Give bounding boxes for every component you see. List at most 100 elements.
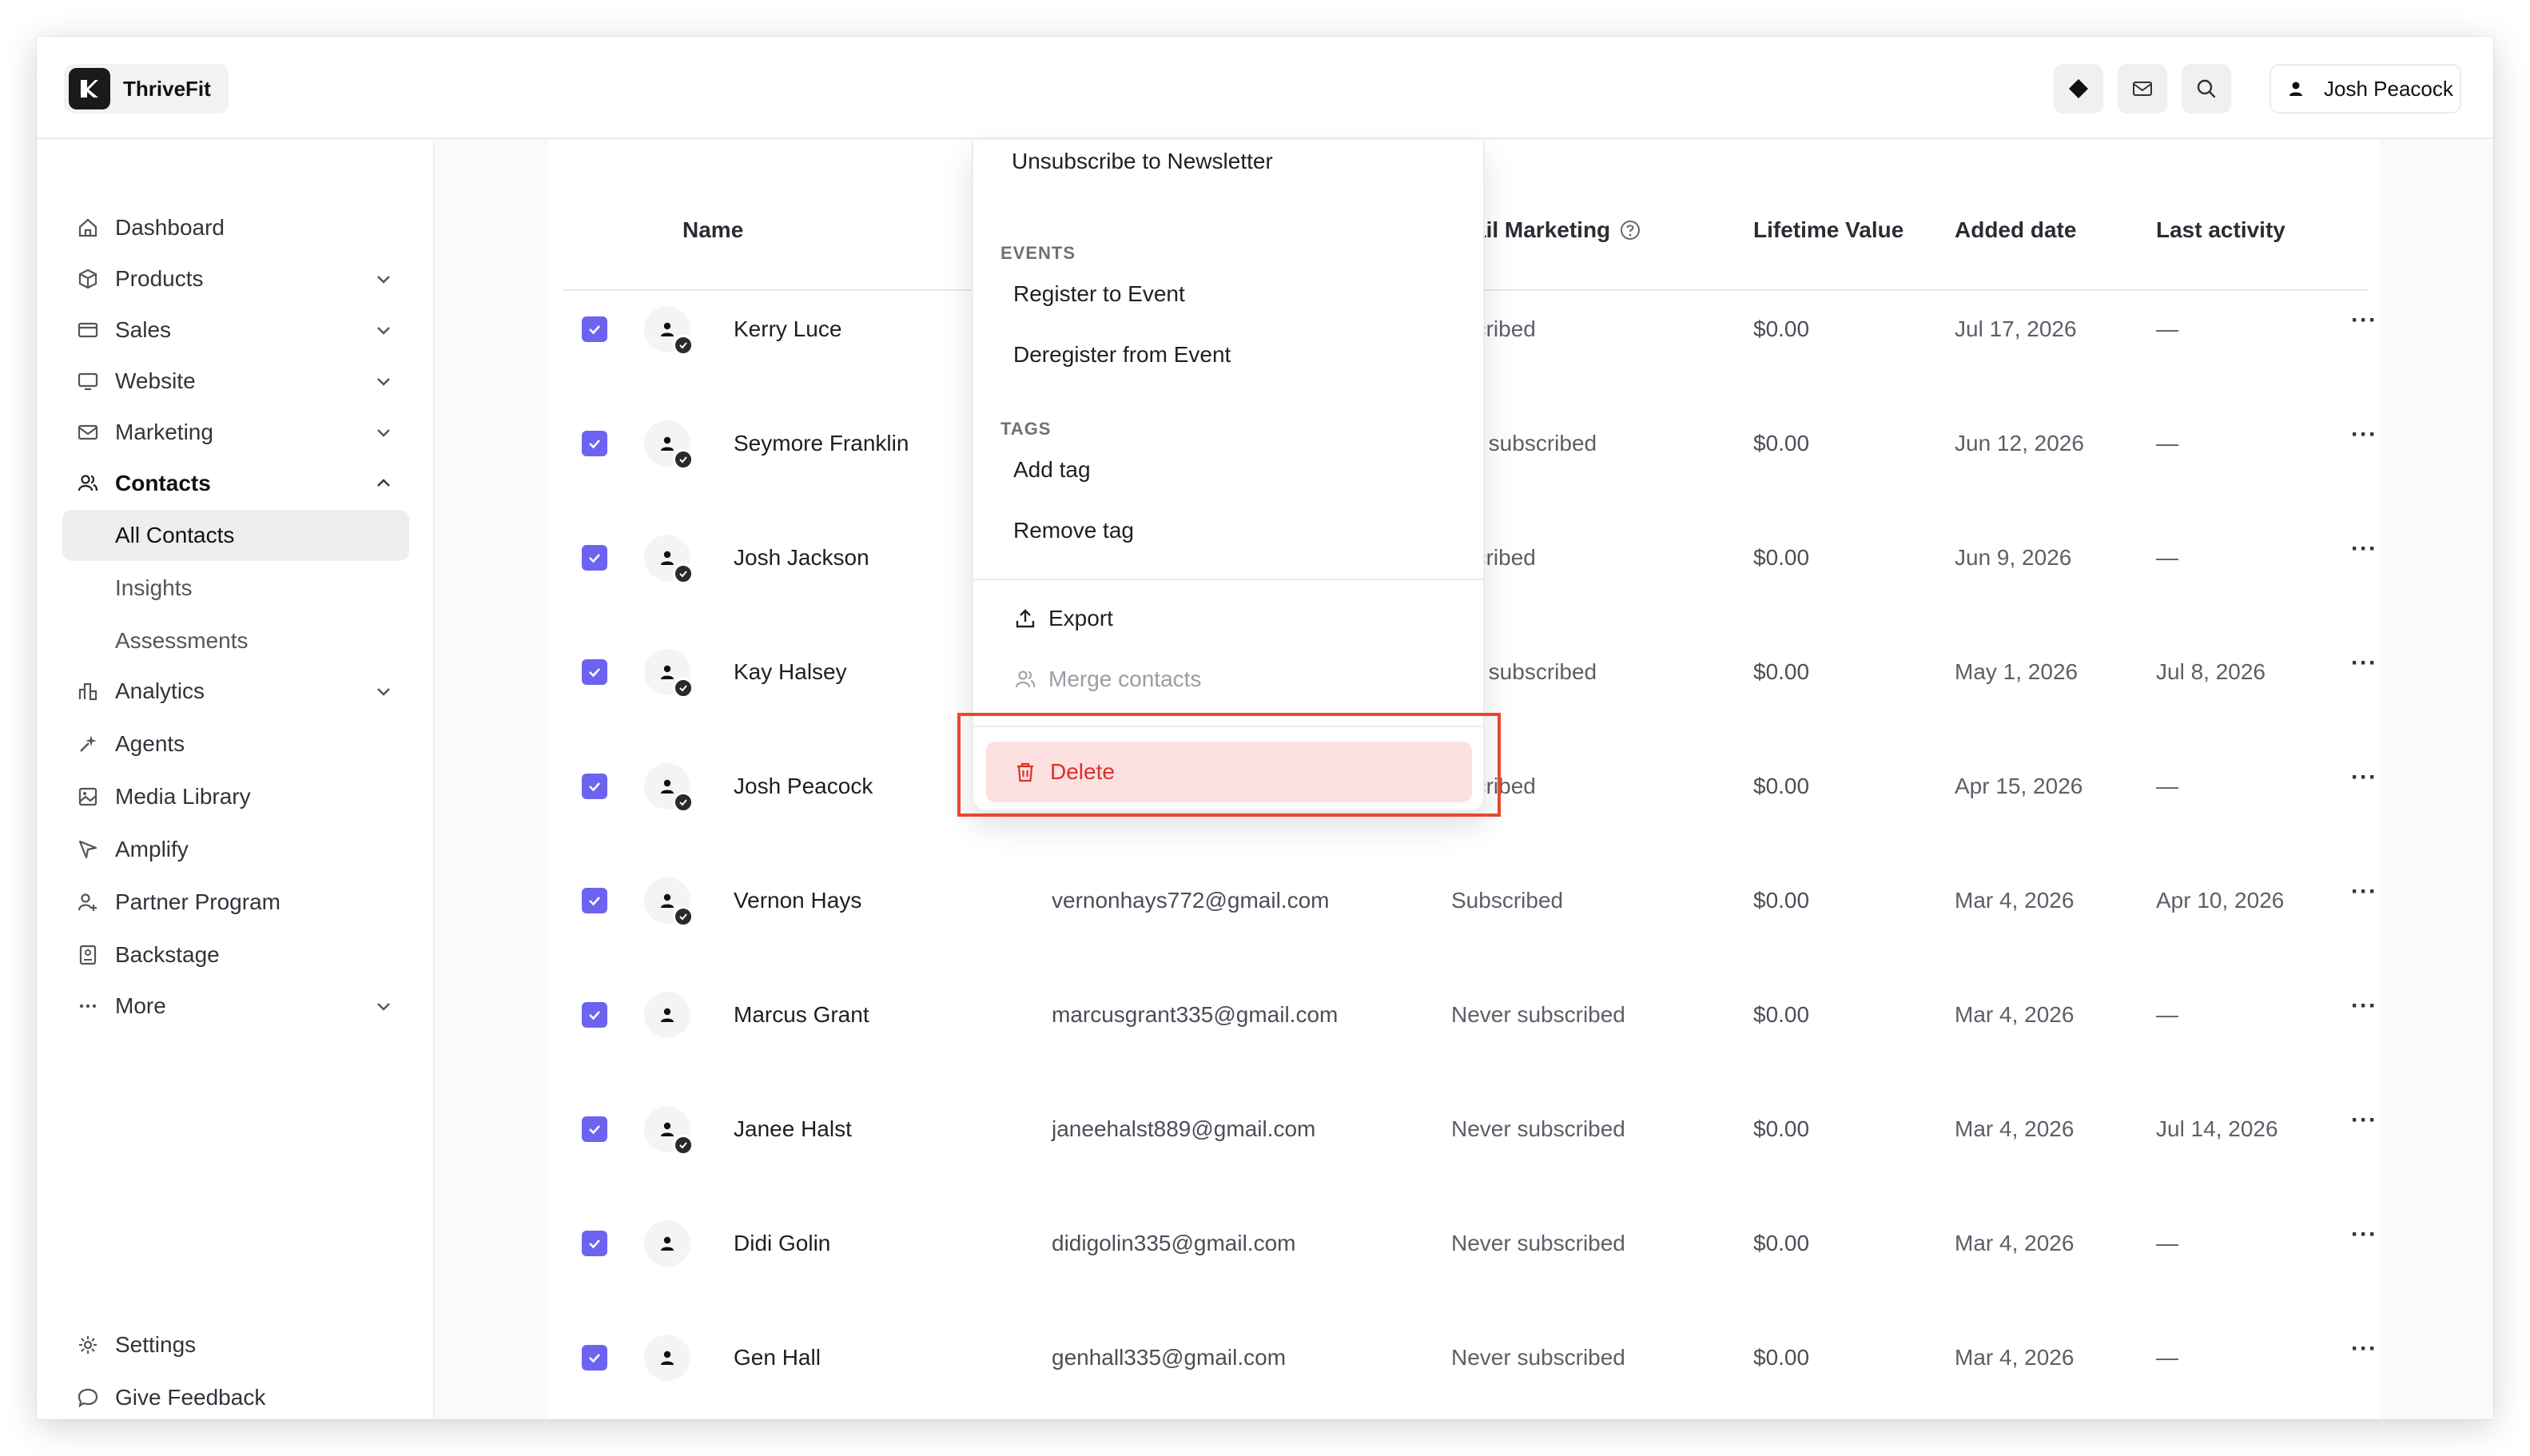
last-activity: —	[2156, 1345, 2178, 1370]
sidebar-item-amplify[interactable]: Amplify	[62, 825, 409, 874]
contact-email: vernonhays772@gmail.com	[1052, 888, 1330, 913]
table-row[interactable]: Gen Hall genhall335@gmail.com Never subscr…	[548, 1321, 2380, 1419]
email-marketing-status: Subscribed	[1451, 888, 1564, 913]
contact-name[interactable]: Didi Golin	[734, 1231, 830, 1256]
contact-name[interactable]: Kerry Luce	[734, 316, 841, 342]
table-row[interactable]: Janee Halst janeehalst889@gmail.com Never …	[548, 1092, 2380, 1207]
sidebar-item-label: Products	[115, 266, 204, 291]
sidebar-subitem-assessments[interactable]: Assessments	[62, 615, 409, 666]
contact-email: didigolin335@gmail.com	[1052, 1231, 1296, 1255]
help-icon[interactable]	[1618, 218, 1642, 242]
brand-switcher[interactable]: ThriveFit	[64, 64, 229, 113]
sidebar-item-settings[interactable]: Settings	[62, 1320, 409, 1370]
mail-icon[interactable]	[2118, 64, 2167, 113]
sidebar-item-marketing[interactable]: Marketing	[62, 408, 409, 457]
menu-item-merge-contacts: Merge contacts	[1013, 666, 1201, 692]
user-menu-button[interactable]: Josh Peacock	[2269, 64, 2461, 113]
contact-name[interactable]: Janee Halst	[734, 1116, 852, 1142]
sidebar-item-contacts[interactable]: Contacts	[62, 459, 409, 508]
contact-name[interactable]: Josh Jackson	[734, 545, 869, 571]
user-icon	[661, 779, 674, 794]
row-more-icon[interactable]: ···	[2351, 878, 2377, 905]
row-more-icon[interactable]: ···	[2351, 1107, 2377, 1134]
column-header-last-activity[interactable]: Last activity	[2156, 217, 2285, 243]
column-header-added-date[interactable]: Added date	[1955, 217, 2076, 243]
chevron-up-icon	[377, 479, 390, 487]
menu-item-export[interactable]: Export	[1013, 606, 1113, 631]
row-checkbox[interactable]	[582, 1002, 607, 1028]
sidebar-item-analytics[interactable]: Analytics	[62, 666, 409, 716]
row-checkbox[interactable]	[582, 774, 607, 799]
mail-icon	[75, 420, 101, 445]
user-icon	[661, 322, 674, 336]
sidebar-item-sales[interactable]: Sales	[62, 305, 409, 355]
bulk-actions-menu: Unsubscribe to Newsletter EVENTS Registe…	[972, 141, 1485, 812]
row-checkbox[interactable]	[582, 1116, 607, 1142]
contact-name[interactable]: Gen Hall	[734, 1345, 821, 1370]
sidebar-item-partner-program[interactable]: Partner Program	[62, 877, 409, 927]
row-more-icon[interactable]: ···	[2351, 650, 2377, 677]
sidebar-item-backstage[interactable]: Backstage	[62, 930, 409, 980]
row-more-icon[interactable]: ···	[2351, 1221, 2377, 1248]
sidebar-item-more[interactable]: More	[62, 981, 409, 1031]
table-row[interactable]: Marcus Grant marcusgrant335@gmail.com Neve…	[548, 978, 2380, 1093]
search-icon[interactable]	[2182, 64, 2231, 113]
menu-item-label: Merge contacts	[1048, 666, 1202, 691]
last-activity: Apr 10, 2026	[2156, 888, 2285, 913]
check-icon	[589, 1354, 600, 1363]
column-header-lifetime-value[interactable]: Lifetime Value	[1753, 217, 1903, 243]
row-checkbox[interactable]	[582, 545, 607, 571]
row-checkbox[interactable]	[582, 1345, 607, 1370]
menu-item-deregister-event[interactable]: Deregister from Event	[1013, 342, 1231, 368]
column-header-name[interactable]: Name	[682, 217, 743, 243]
row-more-icon[interactable]: ···	[2351, 535, 2377, 563]
sidebar-item-media-library[interactable]: Media Library	[62, 772, 409, 821]
menu-item-register-event[interactable]: Register to Event	[1013, 281, 1185, 307]
added-date: Mar 4, 2026	[1955, 1002, 2075, 1027]
verified-badge-icon	[673, 449, 694, 470]
menu-item-remove-tag[interactable]: Remove tag	[1013, 518, 1134, 543]
verified-badge-icon	[673, 906, 694, 927]
sidebar-item-dashboard[interactable]: Dashboard	[62, 203, 409, 253]
email-marketing-status: Never subscribed	[1451, 1345, 1625, 1370]
row-checkbox[interactable]	[582, 1231, 607, 1256]
table-row[interactable]: Didi Golin didigolin335@gmail.com Never su…	[548, 1207, 2380, 1322]
top-header: ThriveFit Josh Peacock	[37, 37, 2493, 139]
table-row[interactable]: Vernon Hays vernonhays772@gmail.com Subscr…	[548, 864, 2380, 979]
menu-item-add-tag[interactable]: Add tag	[1013, 457, 1091, 483]
menu-item-unsubscribe-newsletter[interactable]: Unsubscribe to Newsletter	[1012, 149, 1273, 174]
contact-avatar	[644, 1106, 694, 1156]
column-header-email-marketing[interactable]: ail Marketing	[1474, 217, 1642, 243]
row-more-icon[interactable]: ···	[2351, 421, 2377, 448]
menu-item-label: Register to Event	[1013, 281, 1185, 306]
diamond-icon[interactable]	[2054, 64, 2103, 113]
sidebar-item-products[interactable]: Products	[62, 254, 409, 304]
contact-name[interactable]: Seymore Franklin	[734, 431, 909, 456]
row-more-icon[interactable]: ···	[2351, 993, 2377, 1020]
row-more-icon[interactable]: ···	[2351, 1335, 2377, 1363]
contact-name[interactable]: Marcus Grant	[734, 1002, 869, 1028]
sidebar-item-give-feedback[interactable]: Give Feedback	[62, 1373, 409, 1419]
contact-name[interactable]: Vernon Hays	[734, 888, 861, 913]
sidebar-item-label: Dashboard	[115, 215, 225, 240]
chevron-down-icon	[377, 378, 390, 386]
sidebar-item-website[interactable]: Website	[62, 356, 409, 406]
sidebar-subitem-insights[interactable]: Insights	[62, 563, 409, 614]
contact-name[interactable]: Kay Halsey	[734, 659, 847, 685]
contact-email: genhall335@gmail.com	[1052, 1345, 1287, 1370]
sidebar-item-agents[interactable]: Agents	[62, 719, 409, 769]
row-checkbox[interactable]	[582, 316, 607, 342]
user-icon	[661, 551, 674, 565]
lifetime-value: $0.00	[1753, 1231, 1810, 1255]
send-icon	[75, 837, 101, 862]
row-more-icon[interactable]: ···	[2351, 307, 2377, 334]
row-checkbox[interactable]	[582, 431, 607, 456]
sidebar-subitem-all-contacts[interactable]: All Contacts	[62, 510, 409, 561]
contact-avatar	[644, 420, 694, 470]
lifetime-value: $0.00	[1753, 1002, 1810, 1027]
row-checkbox[interactable]	[582, 659, 607, 685]
check-icon	[589, 782, 600, 792]
row-checkbox[interactable]	[582, 888, 607, 913]
row-more-icon[interactable]: ···	[2351, 764, 2377, 791]
contact-name[interactable]: Josh Peacock	[734, 774, 873, 799]
